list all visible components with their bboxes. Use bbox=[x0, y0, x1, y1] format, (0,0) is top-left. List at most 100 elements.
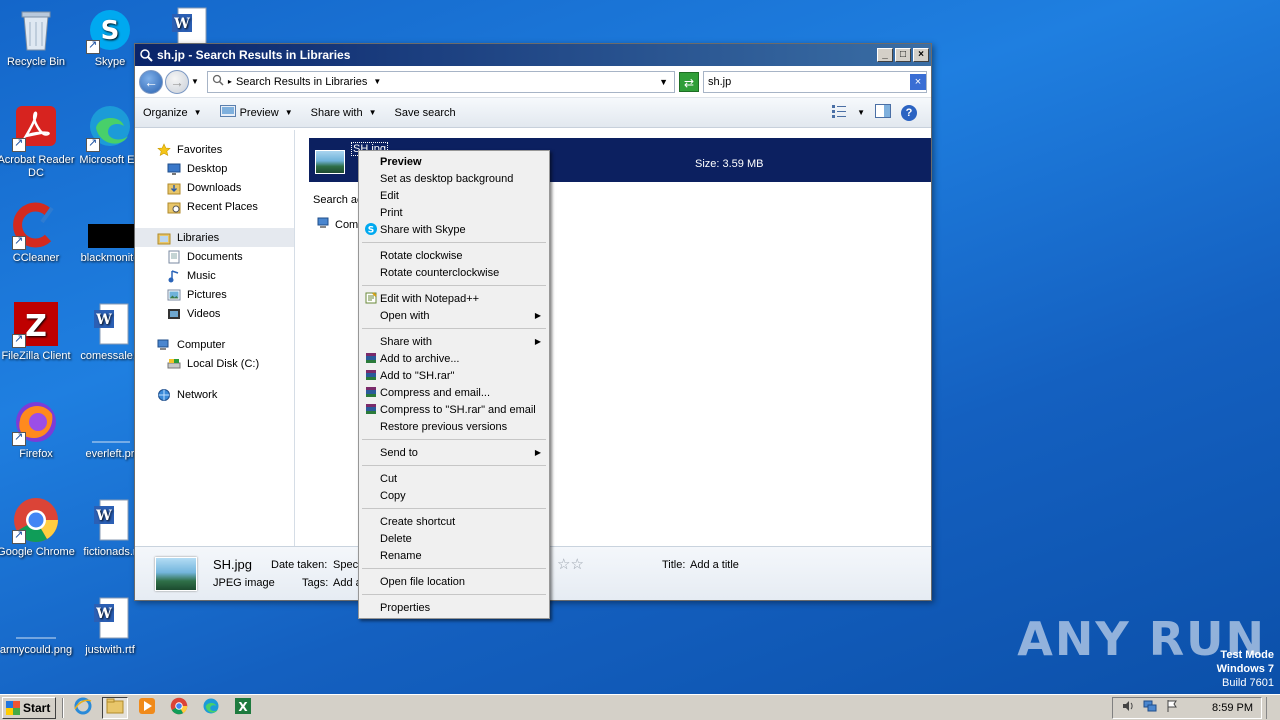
recent-pages-chevron-icon[interactable]: ▼ bbox=[191, 77, 199, 86]
preview-button[interactable]: Preview ▼ bbox=[219, 105, 293, 120]
taskbar-excel[interactable]: X bbox=[230, 697, 256, 719]
menu-item-open-with[interactable]: Open with ▶ bbox=[361, 307, 547, 324]
search-again-computer-link[interactable]: Com bbox=[317, 216, 358, 233]
save-search-button[interactable]: Save search bbox=[395, 107, 456, 119]
nav-item-recent-places[interactable]: Recent Places bbox=[135, 197, 294, 216]
svg-text:W: W bbox=[95, 312, 112, 328]
forward-button[interactable]: → bbox=[165, 69, 189, 94]
title-value[interactable]: Add a title bbox=[690, 559, 739, 571]
arrow-right-icon: → bbox=[170, 73, 184, 90]
menu-item-set-desktop-background[interactable]: Set as desktop background bbox=[361, 170, 547, 187]
nav-item-favorites[interactable]: Favorites bbox=[135, 140, 294, 159]
menu-item-properties[interactable]: Properties bbox=[361, 599, 547, 616]
menu-item-label: Send to bbox=[380, 446, 418, 459]
desktop-icon-ccleaner[interactable]: CCleaner bbox=[0, 202, 76, 265]
nav-item-videos[interactable]: Videos bbox=[135, 304, 294, 323]
rating-stars[interactable]: ☆☆ bbox=[557, 555, 584, 573]
nav-item-downloads[interactable]: Downloads bbox=[135, 178, 294, 197]
menu-item-create-shortcut[interactable]: Create shortcut bbox=[361, 513, 547, 530]
date-taken-value[interactable]: Speci bbox=[333, 559, 361, 571]
clock[interactable]: 8:59 PM bbox=[1212, 702, 1253, 714]
acrobat-reader-icon bbox=[12, 104, 60, 152]
volume-icon[interactable] bbox=[1121, 699, 1135, 716]
menu-item-add-to-sh-rar[interactable]: Add to "SH.rar" bbox=[361, 367, 547, 384]
minimize-button[interactable]: _ bbox=[877, 48, 893, 62]
desktop-icon-firefox[interactable]: Firefox bbox=[0, 398, 76, 461]
help-icon[interactable]: ? bbox=[901, 104, 917, 121]
taskbar-chrome[interactable] bbox=[166, 697, 192, 719]
window-title-bar[interactable]: sh.jp - Search Results in Libraries _ □ … bbox=[135, 44, 931, 66]
menu-item-add-to-archive[interactable]: Add to archive... bbox=[361, 350, 547, 367]
desktop-icon-justwith[interactable]: W justwith.rtf bbox=[70, 594, 150, 657]
nav-item-local-disk[interactable]: Local Disk (C:) bbox=[135, 354, 294, 373]
nav-item-desktop[interactable]: Desktop bbox=[135, 159, 294, 178]
menu-item-share-with[interactable]: Share with ▶ bbox=[361, 333, 547, 350]
nav-item-libraries[interactable]: Libraries bbox=[135, 228, 294, 247]
menu-item-copy[interactable]: Copy bbox=[361, 487, 547, 504]
address-history-chevron-icon[interactable]: ▼ bbox=[659, 77, 668, 87]
show-desktop-button[interactable] bbox=[1266, 696, 1280, 719]
breadcrumb-chevron-icon[interactable]: ▸ bbox=[228, 77, 232, 86]
recycle-bin-icon bbox=[12, 6, 60, 54]
menu-item-send-to[interactable]: Send to ▶ bbox=[361, 444, 547, 461]
folder-icon bbox=[106, 698, 124, 717]
desktop-icon-chrome[interactable]: Google Chrome bbox=[0, 496, 76, 559]
organize-button[interactable]: Organize ▼ bbox=[143, 107, 202, 119]
breadcrumb-dropdown-icon[interactable]: ▼ bbox=[373, 77, 381, 86]
desktop-icon bbox=[167, 162, 181, 176]
desktop-icon-acrobat[interactable]: Acrobat Reader DC bbox=[0, 104, 76, 180]
refresh-icon: ⇄ bbox=[683, 75, 695, 90]
desktop-icon-recycle-bin[interactable]: Recycle Bin bbox=[0, 6, 76, 69]
nav-item-pictures[interactable]: Pictures bbox=[135, 285, 294, 304]
refresh-button[interactable]: ⇄ bbox=[679, 71, 699, 92]
nav-item-network[interactable]: Network bbox=[135, 385, 294, 404]
menu-item-delete[interactable]: Delete bbox=[361, 530, 547, 547]
taskbar-media-player[interactable] bbox=[134, 697, 160, 719]
desktop-icon-filezilla[interactable]: Z FileZilla Client bbox=[0, 300, 76, 363]
change-view-icon[interactable] bbox=[831, 104, 847, 121]
taskbar-edge[interactable] bbox=[198, 697, 224, 719]
nav-label: Libraries bbox=[177, 231, 220, 244]
menu-item-rename[interactable]: Rename bbox=[361, 547, 547, 564]
menu-item-print[interactable]: Print bbox=[361, 204, 547, 221]
clear-search-button[interactable]: × bbox=[910, 73, 926, 90]
view-options-chevron-icon[interactable]: ▼ bbox=[857, 108, 865, 117]
back-button[interactable]: ← bbox=[139, 69, 163, 94]
filezilla-icon: Z bbox=[12, 300, 60, 348]
network-status-icon[interactable] bbox=[1143, 699, 1157, 716]
search-again-label: Search ac bbox=[313, 194, 363, 206]
menu-item-label: Share with bbox=[380, 335, 432, 348]
menu-item-edit-with-notepad[interactable]: Edit with Notepad++ bbox=[361, 290, 547, 307]
menu-item-compress-and-email[interactable]: Compress and email... bbox=[361, 384, 547, 401]
search-box[interactable]: sh.jp × bbox=[703, 70, 927, 93]
close-button[interactable]: × bbox=[913, 48, 929, 62]
menu-item-preview[interactable]: Preview bbox=[361, 153, 547, 170]
taskbar-internet-explorer[interactable] bbox=[70, 697, 96, 719]
menu-item-edit[interactable]: Edit bbox=[361, 187, 547, 204]
menu-item-restore-previous-versions[interactable]: Restore previous versions bbox=[361, 418, 547, 435]
taskbar-windows-explorer[interactable] bbox=[102, 696, 128, 719]
desktop-icon-label: Acrobat Reader DC bbox=[0, 154, 75, 179]
menu-item-open-file-location[interactable]: Open file location bbox=[361, 573, 547, 590]
menu-item-share-with-skype[interactable]: S Share with Skype bbox=[361, 221, 547, 238]
address-field[interactable]: ▸ Search Results in Libraries ▼ ▼ bbox=[206, 70, 675, 93]
nav-item-computer[interactable]: Computer bbox=[135, 335, 294, 354]
skype-icon: S bbox=[86, 6, 134, 54]
music-icon bbox=[167, 269, 181, 283]
maximize-button[interactable]: □ bbox=[895, 48, 911, 62]
menu-item-rotate-clockwise[interactable]: Rotate clockwise bbox=[361, 247, 547, 264]
preview-pane-icon[interactable] bbox=[875, 104, 891, 121]
breadcrumb[interactable]: Search Results in Libraries bbox=[236, 76, 367, 88]
action-center-flag-icon[interactable] bbox=[1165, 699, 1179, 716]
share-with-button[interactable]: Share with ▼ bbox=[311, 107, 377, 119]
start-button[interactable]: Start bbox=[2, 696, 56, 719]
nav-item-music[interactable]: Music bbox=[135, 266, 294, 285]
submenu-arrow-icon: ▶ bbox=[534, 337, 541, 346]
menu-item-rotate-counterclockwise[interactable]: Rotate counterclockwise bbox=[361, 264, 547, 281]
desktop-icon-armycould[interactable]: armycould.png bbox=[0, 594, 76, 657]
menu-item-cut[interactable]: Cut bbox=[361, 470, 547, 487]
image-thumbnail bbox=[315, 150, 345, 174]
menu-item-compress-to-sh-rar-and-email[interactable]: Compress to "SH.rar" and email bbox=[361, 401, 547, 418]
nav-item-documents[interactable]: Documents bbox=[135, 247, 294, 266]
search-input[interactable]: sh.jp bbox=[708, 76, 731, 88]
